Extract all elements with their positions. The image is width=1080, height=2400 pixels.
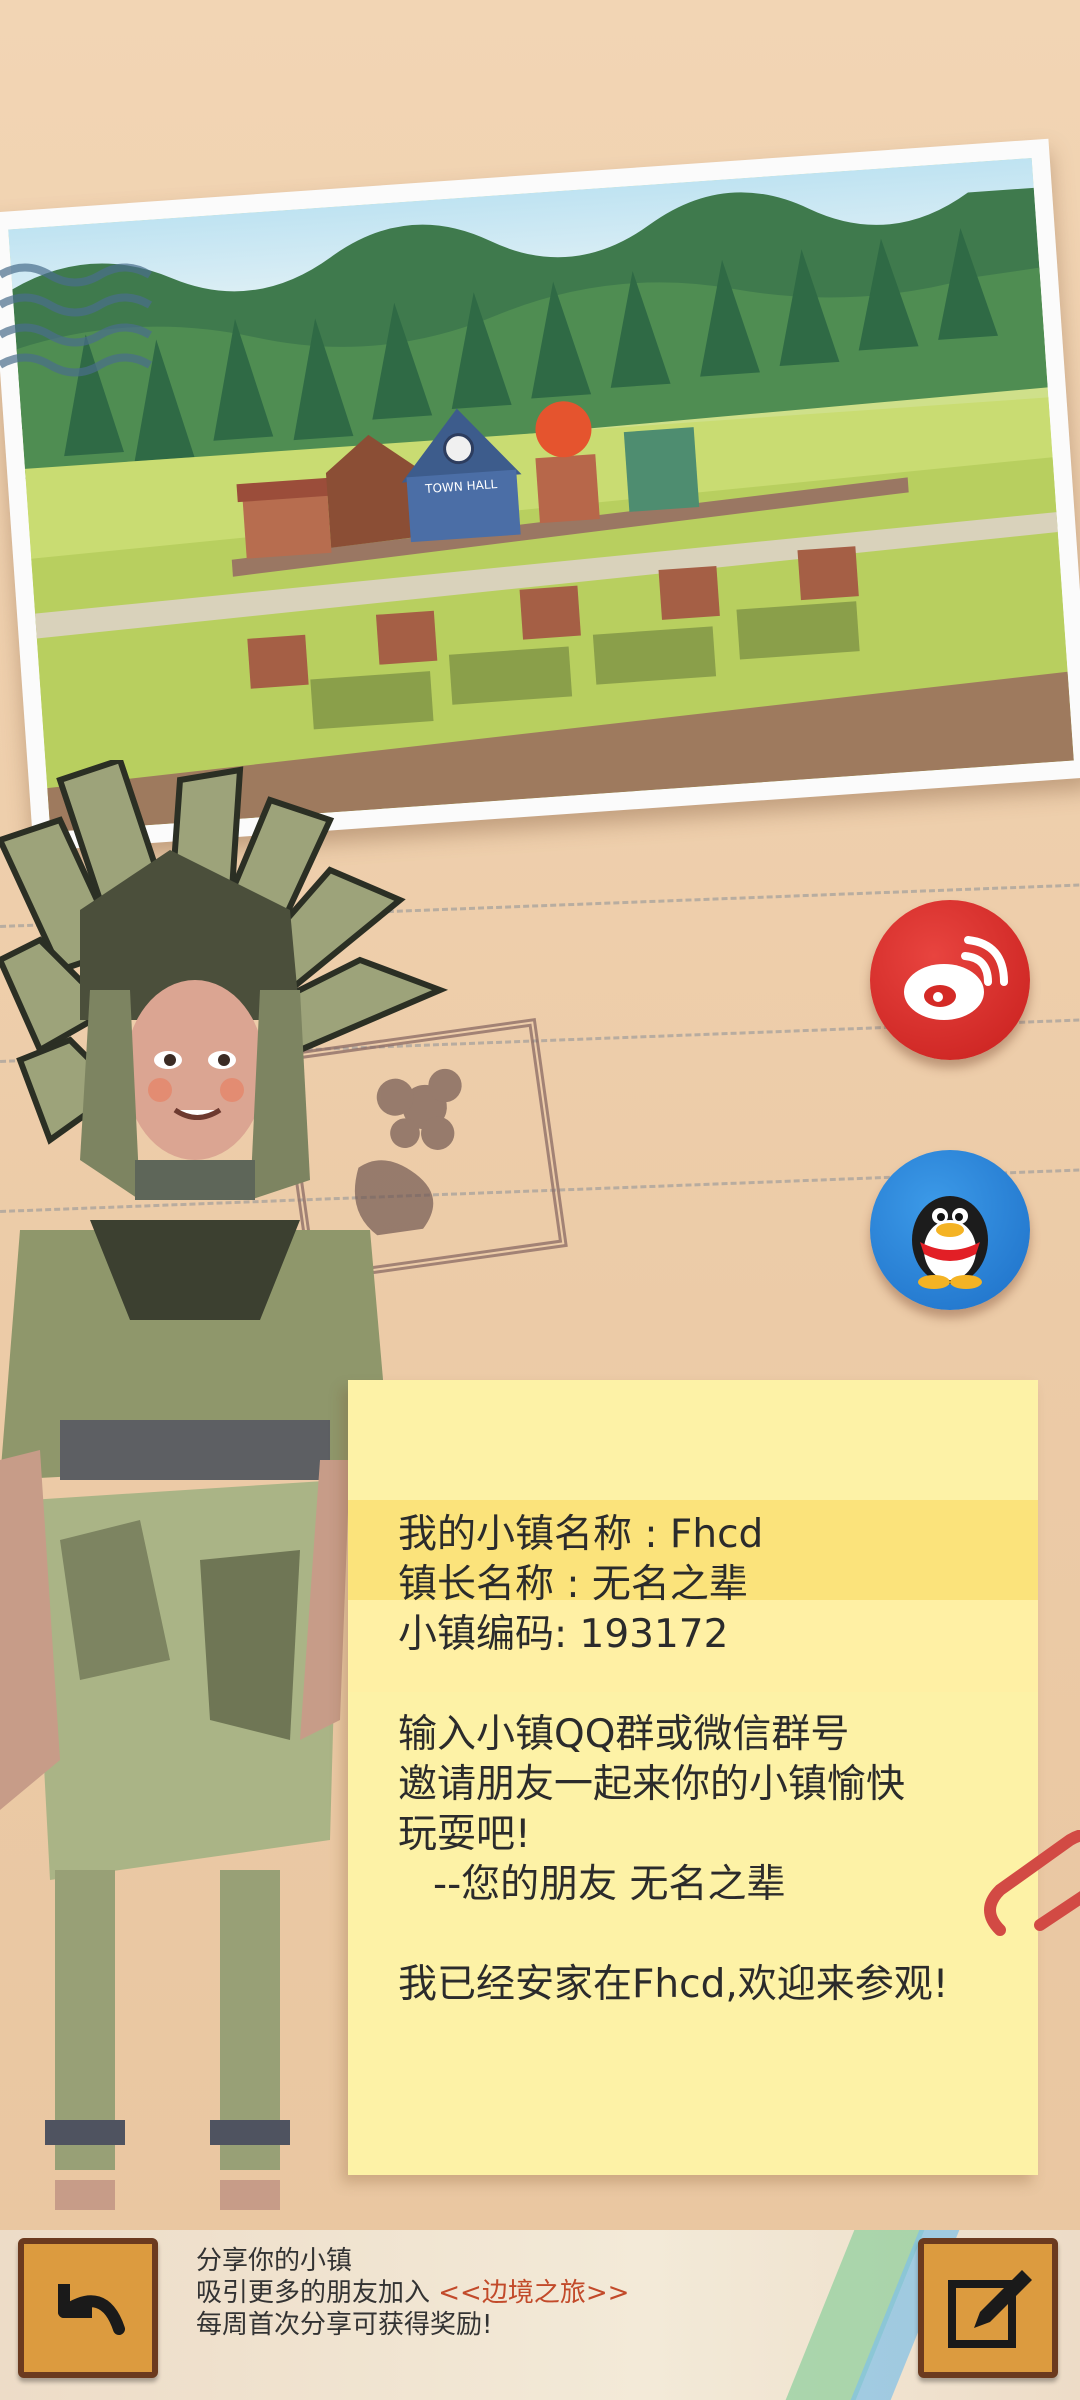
paper-clip-icon xyxy=(984,1830,1080,1936)
pencil-edit-icon xyxy=(948,2270,1032,2348)
weibo-icon xyxy=(904,936,1008,1020)
welcome-line: 我已经安家在Fhcd,欢迎来参观! xyxy=(398,1962,949,2007)
mayor-name-line: 镇长名称 : 无名之辈 xyxy=(398,1562,748,1607)
qq-penguin-icon xyxy=(912,1196,988,1289)
qq-share-button[interactable] xyxy=(870,1150,1030,1310)
town-photo: TOWN HALL xyxy=(0,138,1080,852)
back-button[interactable] xyxy=(18,2238,158,2378)
postmark-waves xyxy=(0,263,153,377)
invite-line-2: 邀请朋友一起来你的小镇愉快 xyxy=(398,1762,906,1807)
signature-line: --您的朋友 无名之辈 xyxy=(433,1862,786,1907)
invite-line-3: 玩耍吧! xyxy=(398,1812,531,1857)
back-arrow-icon xyxy=(58,2284,125,2335)
share-title: 分享你的小镇 xyxy=(196,2246,353,2276)
share-subtitle-text: 吸引更多的朋友加入 xyxy=(196,2278,439,2308)
game-brand-name: <<边境之旅>> xyxy=(438,2278,630,2308)
town-info-note: 我的小镇名称 : Fhcd 镇长名称 : 无名之辈 小镇编码: 193172 输… xyxy=(348,1380,1038,2175)
town-code-line[interactable]: 小镇编码: 193172 xyxy=(398,1610,728,1660)
invite-line-1: 输入小镇QQ群或微信群号 xyxy=(398,1712,850,1757)
weibo-share-button[interactable] xyxy=(870,900,1030,1060)
share-reward-text: 每周首次分享可获得奖励! xyxy=(196,2310,493,2340)
edit-button[interactable] xyxy=(918,2238,1058,2378)
share-subtitle: 吸引更多的朋友加入 <<边境之旅>> xyxy=(196,2277,629,2309)
town-name-line: 我的小镇名称 : Fhcd xyxy=(398,1512,764,1557)
